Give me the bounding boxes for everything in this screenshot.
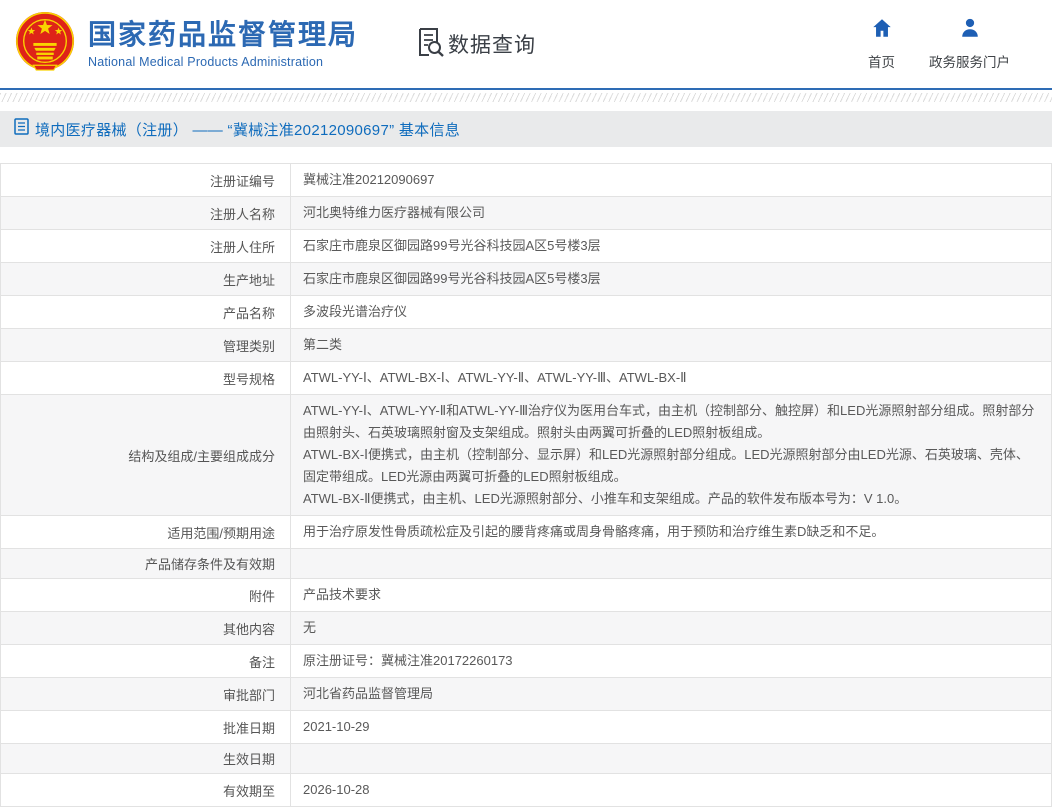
row-value: 多波段光谱治疗仪: [303, 304, 408, 319]
org-name-en: National Medical Products Administration: [88, 54, 324, 69]
row-label: 审批部门: [1, 678, 291, 710]
header-nav: 首页 政务服务门户: [868, 17, 1038, 71]
row-value: 河北奥特维力医疗器械有限公司: [303, 205, 486, 220]
row-value: ATWL-YY-Ⅰ、ATWL-BX-Ⅰ、ATWL-YY-Ⅱ、ATWL-YY-Ⅲ、…: [303, 370, 687, 385]
table-row: 审批部门 河北省药品监督管理局: [1, 677, 1051, 710]
table-row: 备注 原注册证号：冀械注准20172260173: [1, 644, 1051, 677]
breadcrumb-text: 境内医疗器械（注册） —— “冀械注准20212090697” 基本信息: [35, 121, 461, 139]
document-list-icon: [14, 118, 29, 140]
nav-home-label: 首页: [868, 55, 895, 70]
row-value: 原注册证号：冀械注准20172260173: [303, 653, 513, 668]
table-row: 适用范围/预期用途 用于治疗原发性骨质疏松症及引起的腰背疼痛或周身骨骼疼痛，用于…: [1, 515, 1051, 548]
row-label: 结构及组成/主要组成成分: [1, 395, 291, 515]
document-search-icon: [416, 27, 444, 62]
row-label: 生效日期: [1, 744, 291, 773]
row-value: 产品技术要求: [303, 587, 382, 602]
nav-portal[interactable]: 政务服务门户: [929, 17, 1010, 71]
row-label: 注册人住所: [1, 230, 291, 262]
table-row: 生产地址 石家庄市鹿泉区御园路99号光谷科技园A区5号楼3层: [1, 262, 1051, 295]
home-icon: [871, 17, 893, 44]
table-row: 注册人名称 河北奥特维力医疗器械有限公司: [1, 196, 1051, 229]
table-row: 注册证编号 冀械注准20212090697: [1, 163, 1051, 196]
row-label: 附件: [1, 579, 291, 611]
row-label: 适用范围/预期用途: [1, 516, 291, 548]
row-value: 冀械注准20212090697: [303, 172, 435, 187]
row-label: 备注: [1, 645, 291, 677]
row-label: 产品名称: [1, 296, 291, 328]
table-row: 结构及组成/主要组成成分 ATWL-YY-Ⅰ、ATWL-YY-Ⅱ和ATWL-YY…: [1, 394, 1051, 515]
table-row: 批准日期 2021-10-29: [1, 710, 1051, 743]
brand-block: 国家药品监督管理局 National Medical Products Admi…: [14, 11, 358, 78]
row-value: 石家庄市鹿泉区御园路99号光谷科技园A区5号楼3层: [303, 271, 601, 286]
row-label: 注册人名称: [1, 197, 291, 229]
national-emblem-icon: [14, 11, 76, 78]
data-query-label: 数据查询: [448, 34, 537, 57]
row-value: 第二类: [303, 337, 343, 352]
table-row: 产品储存条件及有效期: [1, 548, 1051, 578]
row-value: 河北省药品监督管理局: [303, 686, 434, 701]
row-label: 产品储存条件及有效期: [1, 549, 291, 578]
info-table: 注册证编号 冀械注准20212090697 注册人名称 河北奥特维力医疗器械有限…: [0, 163, 1052, 807]
row-value: 石家庄市鹿泉区御园路99号光谷科技园A区5号楼3层: [303, 238, 601, 253]
table-row: 产品名称 多波段光谱治疗仪: [1, 295, 1051, 328]
breadcrumb: 境内医疗器械（注册） —— “冀械注准20212090697” 基本信息: [0, 111, 1052, 147]
table-row: 注册人住所 石家庄市鹿泉区御园路99号光谷科技园A区5号楼3层: [1, 229, 1051, 262]
nav-home[interactable]: 首页: [868, 17, 895, 71]
row-value: 2021-10-29: [303, 719, 370, 734]
table-row: 型号规格 ATWL-YY-Ⅰ、ATWL-BX-Ⅰ、ATWL-YY-Ⅱ、ATWL-…: [1, 361, 1051, 394]
row-value: [291, 744, 1051, 773]
row-label: 批准日期: [1, 711, 291, 743]
data-query-nav[interactable]: 数据查询: [416, 27, 536, 62]
row-label: 其他内容: [1, 612, 291, 644]
row-value: 用于治疗原发性骨质疏松症及引起的腰背疼痛或周身骨骼疼痛，用于预防和治疗维生素D缺…: [303, 524, 885, 539]
site-header: 国家药品监督管理局 National Medical Products Admi…: [0, 0, 1052, 90]
brand-text: 国家药品监督管理局 National Medical Products Admi…: [88, 19, 358, 68]
row-value: [291, 549, 1051, 578]
table-row: 生效日期: [1, 743, 1051, 773]
row-value: ATWL-YY-Ⅰ、ATWL-YY-Ⅱ和ATWL-YY-Ⅲ治疗仪为医用台车式，由…: [303, 403, 1035, 506]
org-name-zh: 国家药品监督管理局: [88, 19, 359, 51]
person-icon: [959, 17, 981, 44]
row-label: 管理类别: [1, 329, 291, 361]
row-label: 型号规格: [1, 362, 291, 394]
table-row: 附件 产品技术要求: [1, 578, 1051, 611]
row-label: 有效期至: [1, 774, 291, 806]
nav-portal-label: 政务服务门户: [929, 55, 1010, 70]
row-label: 注册证编号: [1, 164, 291, 196]
table-row: 其他内容 无: [1, 611, 1051, 644]
hatched-divider: [0, 93, 1052, 102]
row-value: 无: [303, 620, 317, 635]
row-label: 生产地址: [1, 263, 291, 295]
table-row: 管理类别 第二类: [1, 328, 1051, 361]
row-value: 2026-10-28: [303, 782, 370, 797]
table-row: 有效期至 2026-10-28: [1, 773, 1051, 806]
